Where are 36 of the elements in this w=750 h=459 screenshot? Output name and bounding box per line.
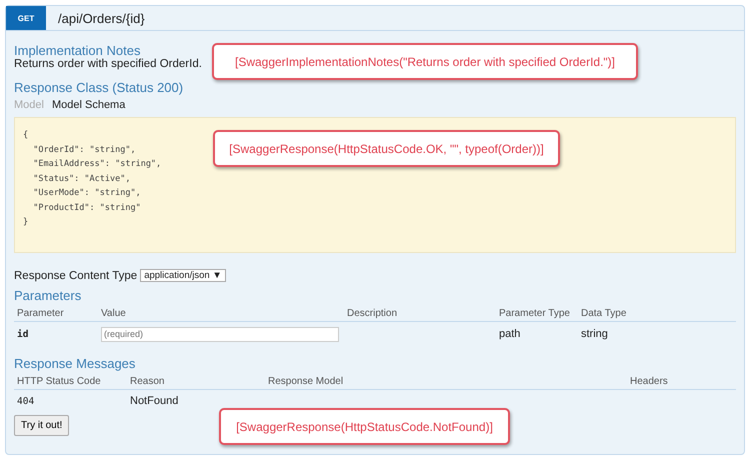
column-header: Headers bbox=[629, 376, 669, 386]
content-type-label: Response Content Type bbox=[14, 270, 138, 282]
code-line: "ProductId": "string" bbox=[32, 202, 141, 214]
code-line: { bbox=[23, 129, 28, 142]
annotation-callout: [SwaggerResponse(HttpStatusCode.NotFound)] bbox=[219, 408, 510, 445]
section-heading: Parameters bbox=[14, 288, 82, 303]
code-line: "Status": "Active", bbox=[32, 172, 130, 186]
column-header: HTTP Status Code bbox=[16, 376, 102, 386]
table-cell-text: string bbox=[580, 328, 609, 340]
column-header: Reason bbox=[129, 376, 166, 386]
column-header: Description bbox=[346, 308, 398, 318]
code-line: "UserMode": "string", bbox=[32, 187, 141, 200]
section-heading: Response Class (Status 200) bbox=[14, 80, 184, 95]
column-header: Value bbox=[100, 308, 127, 318]
model-tab[interactable]: Model Schema bbox=[52, 99, 126, 111]
column-header: Response Model bbox=[267, 376, 344, 386]
try-it-out-button[interactable]: Try it out! bbox=[14, 415, 70, 436]
code-line: "OrderId": "string", bbox=[32, 144, 136, 156]
code-line: } bbox=[23, 216, 28, 229]
section-heading: Response Messages bbox=[14, 356, 136, 371]
content-type-select[interactable]: application/json ▼ bbox=[140, 269, 226, 282]
column-header: Parameter bbox=[16, 308, 65, 318]
value-input-field[interactable]: (required) bbox=[101, 326, 339, 342]
annotation-callout: [SwaggerImplementationNotes("Returns order with specified OrderId.")] bbox=[212, 43, 638, 80]
table-cell-text: path bbox=[498, 328, 522, 340]
annotation-callout: [SwaggerResponse(HttpStatusCode.OK, "", typeof(Order))] bbox=[213, 130, 560, 167]
table-cell-text: 404 bbox=[16, 396, 36, 406]
section-heading: Implementation Notes bbox=[14, 43, 142, 58]
table-cell-text: id bbox=[16, 328, 30, 340]
column-header: Data Type bbox=[580, 308, 628, 318]
table-cell-text: NotFound bbox=[129, 395, 180, 407]
method-badge: GET bbox=[6, 6, 46, 30]
column-header: Parameter Type bbox=[498, 308, 571, 318]
endpoint-path[interactable]: /api/Orders/{id} bbox=[58, 10, 145, 26]
notes-text: Returns order with specified OrderId. bbox=[14, 58, 202, 70]
code-line: "EmailAddress": "string", bbox=[32, 158, 162, 171]
